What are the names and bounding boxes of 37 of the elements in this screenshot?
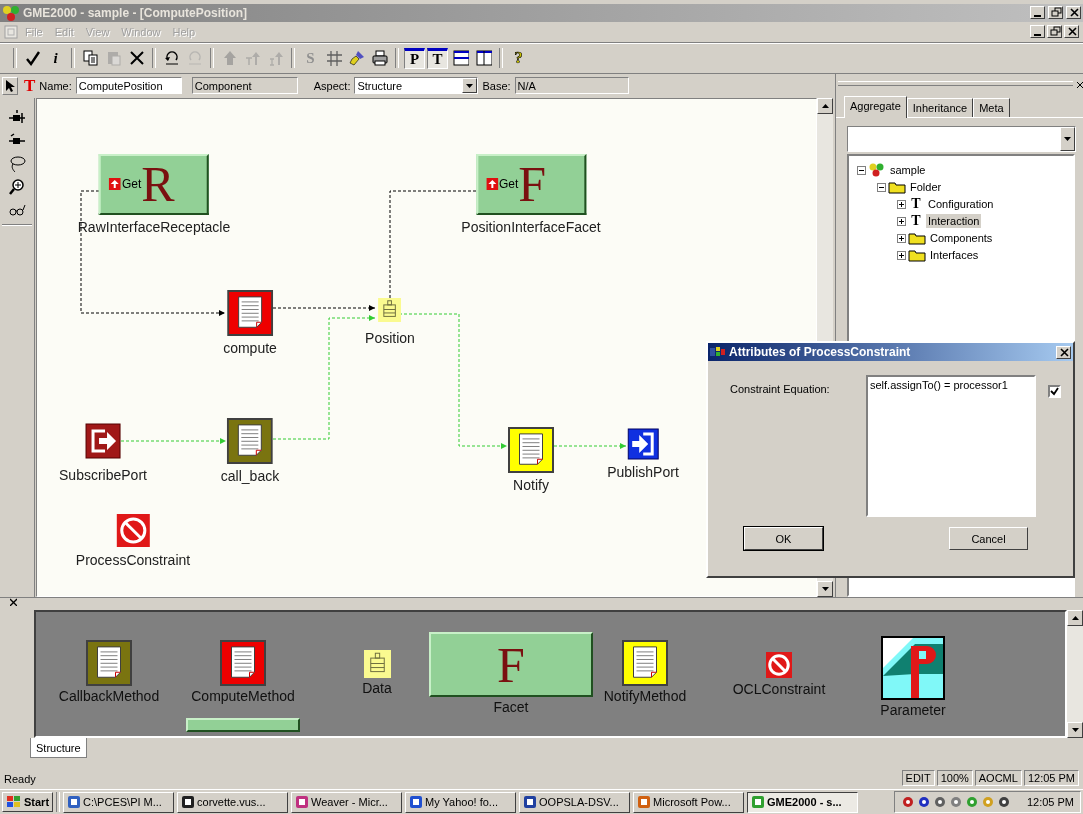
field-label: Aspect: [313, 79, 351, 92]
aspect-value: Structure [357, 79, 404, 92]
model-glyph: T [910, 213, 922, 230]
node-label: SubscribePort [59, 466, 147, 483]
clock: 12:05 PM [1026, 796, 1074, 808]
part-label: NotifyMethod [603, 688, 687, 705]
model-type-glyph: T [24, 75, 36, 96]
field-label: Name: [39, 79, 72, 92]
model-letter: R [141, 159, 175, 210]
status-pane: AOCML [974, 770, 1022, 787]
node-label: Position [365, 329, 415, 346]
part-label: Facet [493, 699, 529, 716]
part-label: Data [362, 680, 392, 697]
node-label: compute [223, 339, 277, 356]
part-label: OCLConstraint [732, 681, 826, 698]
part-label: CallbackMethod [58, 688, 160, 705]
port-label: Get [122, 177, 142, 192]
model-glyph: T [910, 196, 922, 213]
node-label: ProcessConstraint [75, 551, 191, 568]
model-letter: F [518, 159, 547, 210]
status-pane: 100% [936, 770, 973, 787]
node-label: PublishPort [607, 463, 679, 480]
node-label: Notify [513, 476, 549, 493]
field-label: Base: [482, 79, 511, 92]
status-message: Ready [4, 772, 37, 786]
port-label: Get [499, 177, 519, 192]
node-label: RawInterfaceReceptacle [77, 218, 231, 235]
node-label: call_back [220, 467, 280, 484]
status-pane: EDIT [901, 770, 935, 787]
part-label: ComputeMethod [191, 688, 295, 705]
model-letter: F [497, 639, 525, 690]
field-label: Constraint Equation: [730, 382, 831, 397]
node-label: PositionInterfaceFacet [461, 218, 601, 235]
status-pane: 12:05 PM [1023, 770, 1079, 787]
part-label: Parameter [880, 702, 946, 719]
window-title: GME2000 - sample - [ComputePosition] [23, 6, 249, 20]
dialog-title: Attributes of ProcessConstraint [729, 345, 912, 359]
